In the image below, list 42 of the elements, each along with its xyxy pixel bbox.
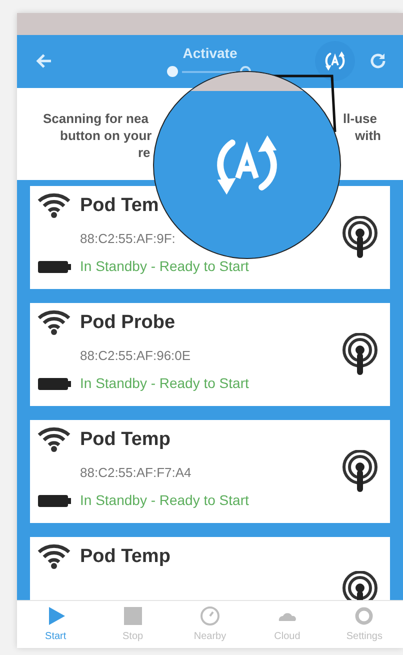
instruction-text: ll-use [343, 110, 377, 127]
battery-icon [37, 260, 71, 274]
wifi-icon [37, 193, 71, 220]
device-status: In Standby - Ready to Start [80, 257, 249, 276]
nav-tab[interactable]: Nearby [171, 601, 249, 648]
broadcast-icon [342, 450, 378, 494]
instruction-text: with [355, 127, 381, 144]
wifi-icon [37, 544, 71, 570]
nav-tab[interactable]: Stop [94, 601, 172, 648]
battery-icon [37, 376, 71, 390]
device-name: Pod Temp [80, 428, 170, 452]
broadcast-icon [342, 216, 378, 260]
device-status: In Standby - Ready to Start [80, 374, 249, 393]
instruction-text: Scanning for nea [43, 110, 148, 127]
device-name: Pod Probe [80, 311, 176, 335]
wifi-icon [37, 427, 71, 454]
device-address: 88:C2:55:AF:96:0E [80, 348, 191, 362]
nav-tab[interactable]: Start [17, 601, 94, 648]
nav-tab[interactable]: Cloud [248, 601, 326, 648]
instruction-text: re [138, 144, 150, 161]
device-name: Pod Tem [80, 194, 159, 218]
device-card[interactable]: Pod Probe 88:C2:55:AF:96:0E In Standby - Ready to Start [30, 303, 390, 406]
step-connector [182, 70, 236, 72]
auto-scan-button[interactable] [315, 41, 355, 81]
device-card[interactable]: Pod Temp 88:C2:55:AF:F7:A4 In Standby - Ready to Start [30, 420, 390, 523]
settings-icon [354, 606, 374, 626]
instruction-text: button on your [60, 127, 152, 144]
stop-icon [122, 606, 143, 626]
screen-title: Activate [182, 44, 238, 63]
back-arrow-icon[interactable] [35, 52, 53, 70]
broadcast-icon [342, 333, 378, 377]
battery-icon [37, 494, 71, 508]
device-card[interactable]: Pod Temp [30, 537, 390, 600]
wifi-icon [37, 310, 71, 336]
gauge-icon [200, 606, 220, 626]
device-status: In Standby - Ready to Start [80, 491, 249, 510]
device-address: 88:C2:55:AF:F7:A4 [80, 464, 192, 480]
device-name: Pod Temp [80, 545, 170, 569]
auto-rotate-icon [323, 49, 347, 73]
refresh-icon[interactable] [369, 52, 387, 70]
nav-tab[interactable]: Settings [326, 601, 403, 648]
device-address: 88:C2:55:AF:9F: [80, 230, 176, 246]
